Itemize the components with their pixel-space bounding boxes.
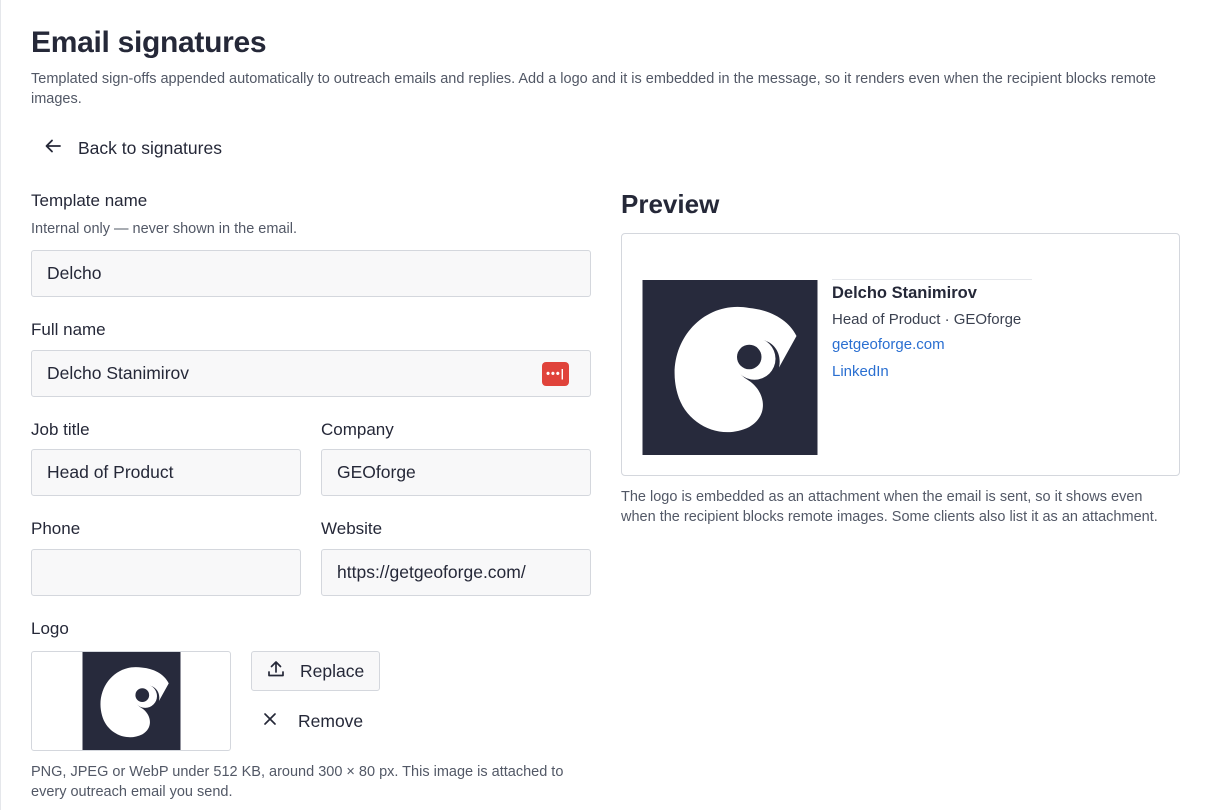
left-border xyxy=(0,0,1,810)
job-title-input[interactable]: Head of Product xyxy=(31,449,301,496)
signature-linkedin-link[interactable]: LinkedIn xyxy=(832,363,889,380)
job-title-label: Job title xyxy=(31,420,90,439)
template-name-hint: Internal only — never shown in the email… xyxy=(31,221,297,237)
website-value: https://getgeoforge.com/ xyxy=(337,562,526,582)
signature-website-link[interactable]: getgeoforge.com xyxy=(832,336,945,353)
remove-logo-button[interactable]: Remove xyxy=(262,701,363,741)
signature-divider xyxy=(832,279,1032,280)
back-to-signatures-link[interactable]: Back to signatures xyxy=(44,136,222,160)
logo-hint: PNG, JPEG or WebP under 512 KB, around 3… xyxy=(31,764,564,800)
logo-upload-preview[interactable] xyxy=(31,651,231,751)
remove-label: Remove xyxy=(298,710,364,731)
geoforge-logo xyxy=(642,280,818,455)
website-input[interactable]: https://getgeoforge.com/ xyxy=(321,549,591,596)
template-name-input[interactable]: Delcho xyxy=(31,250,591,297)
upload-icon xyxy=(266,659,286,684)
template-name-label: Template name xyxy=(31,191,148,210)
full-name-input[interactable]: Delcho Stanimirov •••| xyxy=(31,350,591,397)
page-title: Email signatures xyxy=(31,26,267,59)
template-name-value: Delcho xyxy=(47,263,102,283)
preview-title: Preview xyxy=(621,189,720,219)
full-name-label: Full name xyxy=(31,320,106,339)
close-icon xyxy=(262,711,278,732)
replace-label: Replace xyxy=(300,660,365,681)
phone-label: Phone xyxy=(31,519,81,538)
preview-note: The logo is embedded as an attachment wh… xyxy=(621,489,1158,525)
signature-preview-card: Delcho Stanimirov Head of Product · GEOf… xyxy=(621,233,1180,476)
company-label: Company xyxy=(321,420,394,439)
back-link-label: Back to signatures xyxy=(78,137,222,158)
company-value: GEOforge xyxy=(337,462,416,482)
company-input[interactable]: GEOforge xyxy=(321,449,591,496)
logo-label: Logo xyxy=(31,619,69,638)
signature-role: Head of Product · GEOforge xyxy=(832,311,1022,328)
replace-logo-button[interactable]: Replace xyxy=(251,651,380,691)
password-manager-icon[interactable]: •••| xyxy=(542,362,569,386)
arrow-left-icon xyxy=(44,137,62,160)
geoforge-logo-thumbnail xyxy=(82,652,181,750)
signature-name: Delcho Stanimirov xyxy=(832,284,977,302)
full-name-value: Delcho Stanimirov xyxy=(47,363,189,383)
phone-input[interactable] xyxy=(31,549,301,596)
job-title-value: Head of Product xyxy=(47,462,174,482)
website-label: Website xyxy=(321,519,383,538)
page-description: Templated sign-offs appended automatical… xyxy=(31,71,1156,107)
